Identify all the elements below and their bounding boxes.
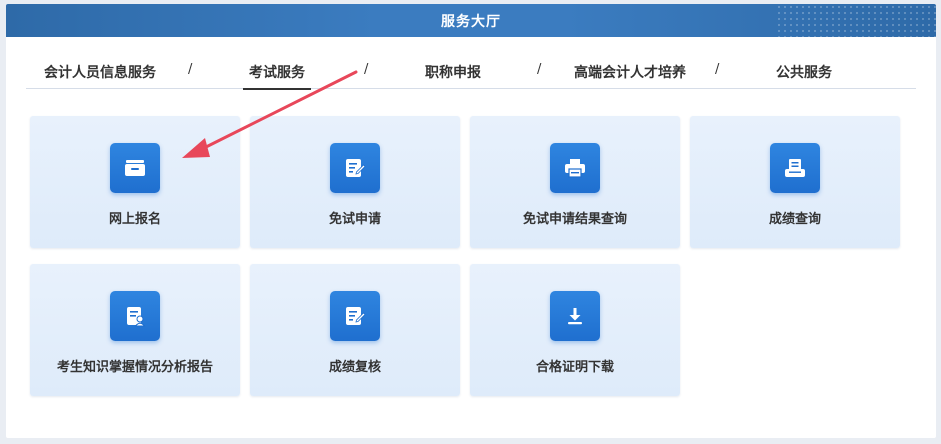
page-title: 服务大厅 xyxy=(441,13,501,30)
tab-title-application[interactable]: 职称申报 xyxy=(425,62,481,86)
card-exemption-application[interactable]: 免试申请 xyxy=(250,116,460,248)
edit-document-icon xyxy=(330,143,380,193)
service-hall-header: 服务大厅 xyxy=(6,4,936,37)
card-score-review[interactable]: 成绩复核 xyxy=(250,264,460,396)
tab-exam-service[interactable]: 考试服务 xyxy=(243,62,311,90)
tab-separator: / xyxy=(715,62,720,77)
header-decoration xyxy=(776,4,936,37)
card-online-registration[interactable]: 网上报名 xyxy=(30,116,240,248)
tab-accountant-info-service[interactable]: 会计人员信息服务 xyxy=(44,62,156,86)
tab-separator: / xyxy=(537,62,542,77)
download-icon xyxy=(550,291,600,341)
printout-icon xyxy=(770,143,820,193)
printer-icon xyxy=(550,143,600,193)
card-label: 合格证明下载 xyxy=(535,360,614,375)
service-hall-panel: 服务大厅 会计人员信息服务 / 考试服务 / 职称申报 / 高端会计人才培养 /… xyxy=(6,4,936,438)
card-label: 免试申请 xyxy=(328,212,381,227)
card-label: 成绩查询 xyxy=(768,212,821,227)
card-label: 考生知识掌握情况分析报告 xyxy=(56,360,213,375)
tab-public-service[interactable]: 公共服务 xyxy=(776,62,832,86)
tab-bar: 会计人员信息服务 / 考试服务 / 职称申报 / 高端会计人才培养 / 公共服务 xyxy=(26,52,916,90)
tab-separator: / xyxy=(188,62,193,77)
tab-senior-talent-training[interactable]: 高端会计人才培养 xyxy=(574,62,686,86)
card-exemption-result-query[interactable]: 免试申请结果查询 xyxy=(470,116,680,248)
card-score-query[interactable]: 成绩查询 xyxy=(690,116,900,248)
drawer-icon xyxy=(110,143,160,193)
edit-document-icon xyxy=(330,291,380,341)
report-user-icon xyxy=(110,291,160,341)
card-knowledge-analysis-report[interactable]: 考生知识掌握情况分析报告 xyxy=(30,264,240,396)
card-label: 成绩复核 xyxy=(328,360,381,375)
card-certificate-download[interactable]: 合格证明下载 xyxy=(470,264,680,396)
card-label: 网上报名 xyxy=(108,212,161,227)
tab-separator: / xyxy=(364,62,369,77)
card-label: 免试申请结果查询 xyxy=(522,212,627,227)
